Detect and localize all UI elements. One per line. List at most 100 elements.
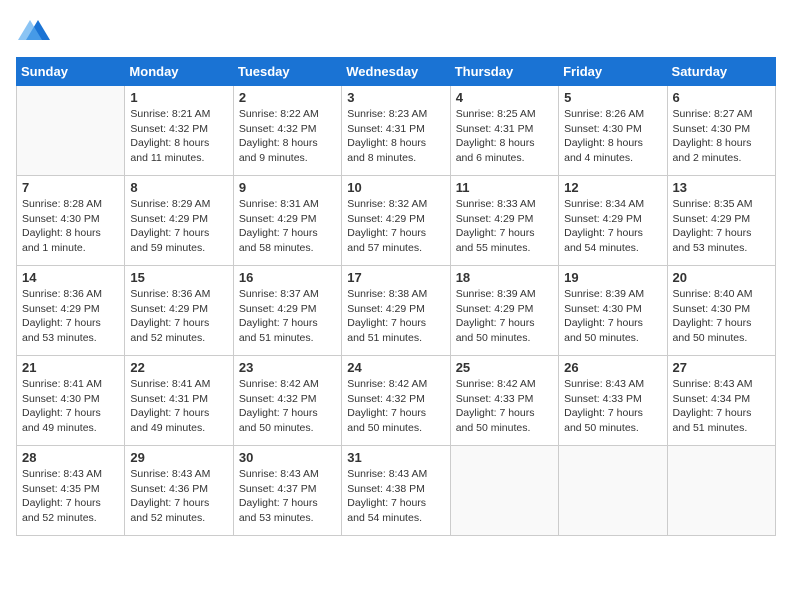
day-info: Sunrise: 8:41 AMSunset: 4:31 PMDaylight:… [130,377,227,436]
calendar-cell: 27Sunrise: 8:43 AMSunset: 4:34 PMDayligh… [667,356,775,446]
day-info: Sunrise: 8:23 AMSunset: 4:31 PMDaylight:… [347,107,444,166]
day-info: Sunrise: 8:37 AMSunset: 4:29 PMDaylight:… [239,287,336,346]
calendar-cell: 5 Sunrise: 8:26 AMSunset: 4:30 PMDaylight… [559,86,667,176]
day-number: 23 [239,360,336,375]
day-info: Sunrise: 8:35 AMSunset: 4:29 PMDaylight:… [673,197,770,256]
day-number: 17 [347,270,444,285]
calendar-body: 1 Sunrise: 8:21 AMSunset: 4:32 PMDaylight… [17,86,776,536]
day-info: Sunrise: 8:25 AMSunset: 4:31 PMDaylight:… [456,107,553,166]
weekday-header-saturday: Saturday [667,58,775,86]
day-info: Sunrise: 8:27 AMSunset: 4:30 PMDaylight:… [673,107,770,166]
day-number: 19 [564,270,661,285]
calendar-cell: 4Sunrise: 8:25 AMSunset: 4:31 PMDaylight… [450,86,558,176]
weekday-header-friday: Friday [559,58,667,86]
day-number: 11 [456,180,553,195]
calendar-cell: 18 Sunrise: 8:39 AMSunset: 4:29 PMDayligh… [450,266,558,356]
day-info: Sunrise: 8:42 AMSunset: 4:32 PMDaylight:… [239,377,336,436]
calendar-cell: 7Sunrise: 8:28 AMSunset: 4:30 PMDaylight… [17,176,125,266]
calendar-cell: 2 Sunrise: 8:22 AMSunset: 4:32 PMDaylight… [233,86,341,176]
day-info: Sunrise: 8:38 AMSunset: 4:29 PMDaylight:… [347,287,444,346]
weekday-header-wednesday: Wednesday [342,58,450,86]
day-info: Sunrise: 8:43 AMSunset: 4:35 PMDaylight:… [22,467,119,526]
calendar-cell: 11 Sunrise: 8:33 AMSunset: 4:29 PMDayligh… [450,176,558,266]
calendar-cell: 22 Sunrise: 8:41 AMSunset: 4:31 PMDayligh… [125,356,233,446]
day-number: 9 [239,180,336,195]
calendar-cell: 31 Sunrise: 8:43 AMSunset: 4:38 PMDayligh… [342,446,450,536]
day-info: Sunrise: 8:31 AMSunset: 4:29 PMDaylight:… [239,197,336,256]
calendar-cell: 1 Sunrise: 8:21 AMSunset: 4:32 PMDaylight… [125,86,233,176]
calendar-cell: 8 Sunrise: 8:29 AMSunset: 4:29 PMDaylight… [125,176,233,266]
day-info: Sunrise: 8:42 AMSunset: 4:32 PMDaylight:… [347,377,444,436]
day-info: Sunrise: 8:39 AMSunset: 4:30 PMDaylight:… [564,287,661,346]
day-info: Sunrise: 8:41 AMSunset: 4:30 PMDaylight:… [22,377,119,436]
day-info: Sunrise: 8:36 AMSunset: 4:29 PMDaylight:… [22,287,119,346]
calendar-header: SundayMondayTuesdayWednesdayThursdayFrid… [17,58,776,86]
calendar-cell: 20 Sunrise: 8:40 AMSunset: 4:30 PMDayligh… [667,266,775,356]
day-info: Sunrise: 8:39 AMSunset: 4:29 PMDaylight:… [456,287,553,346]
day-info: Sunrise: 8:40 AMSunset: 4:30 PMDaylight:… [673,287,770,346]
calendar-cell: 30 Sunrise: 8:43 AMSunset: 4:37 PMDayligh… [233,446,341,536]
calendar-cell: 19 Sunrise: 8:39 AMSunset: 4:30 PMDayligh… [559,266,667,356]
calendar-cell [667,446,775,536]
calendar-cell: 26 Sunrise: 8:43 AMSunset: 4:33 PMDayligh… [559,356,667,446]
day-number: 22 [130,360,227,375]
calendar-table: SundayMondayTuesdayWednesdayThursdayFrid… [16,57,776,536]
day-info: Sunrise: 8:22 AMSunset: 4:32 PMDaylight:… [239,107,336,166]
day-number: 3 [347,90,444,105]
weekday-header-row: SundayMondayTuesdayWednesdayThursdayFrid… [17,58,776,86]
calendar-week-row: 1 Sunrise: 8:21 AMSunset: 4:32 PMDaylight… [17,86,776,176]
calendar-cell: 12Sunrise: 8:34 AMSunset: 4:29 PMDayligh… [559,176,667,266]
day-number: 31 [347,450,444,465]
calendar-week-row: 28 Sunrise: 8:43 AMSunset: 4:35 PMDayligh… [17,446,776,536]
day-info: Sunrise: 8:43 AMSunset: 4:37 PMDaylight:… [239,467,336,526]
day-info: Sunrise: 8:28 AMSunset: 4:30 PMDaylight:… [22,197,119,256]
day-number: 24 [347,360,444,375]
day-number: 2 [239,90,336,105]
day-info: Sunrise: 8:32 AMSunset: 4:29 PMDaylight:… [347,197,444,256]
day-number: 16 [239,270,336,285]
calendar-cell: 9 Sunrise: 8:31 AMSunset: 4:29 PMDaylight… [233,176,341,266]
day-info: Sunrise: 8:43 AMSunset: 4:38 PMDaylight:… [347,467,444,526]
day-number: 20 [673,270,770,285]
day-number: 1 [130,90,227,105]
day-info: Sunrise: 8:43 AMSunset: 4:33 PMDaylight:… [564,377,661,436]
weekday-header-monday: Monday [125,58,233,86]
calendar-cell [559,446,667,536]
day-number: 12 [564,180,661,195]
day-number: 26 [564,360,661,375]
calendar-week-row: 21 Sunrise: 8:41 AMSunset: 4:30 PMDayligh… [17,356,776,446]
day-number: 21 [22,360,119,375]
weekday-header-thursday: Thursday [450,58,558,86]
day-number: 30 [239,450,336,465]
day-number: 15 [130,270,227,285]
calendar-cell: 21 Sunrise: 8:41 AMSunset: 4:30 PMDayligh… [17,356,125,446]
calendar-cell: 10Sunrise: 8:32 AMSunset: 4:29 PMDayligh… [342,176,450,266]
calendar-cell: 23 Sunrise: 8:42 AMSunset: 4:32 PMDayligh… [233,356,341,446]
calendar-week-row: 7Sunrise: 8:28 AMSunset: 4:30 PMDaylight… [17,176,776,266]
calendar-cell: 3 Sunrise: 8:23 AMSunset: 4:31 PMDaylight… [342,86,450,176]
weekday-header-sunday: Sunday [17,58,125,86]
weekday-header-tuesday: Tuesday [233,58,341,86]
logo [16,16,50,49]
calendar-week-row: 14 Sunrise: 8:36 AMSunset: 4:29 PMDayligh… [17,266,776,356]
day-number: 29 [130,450,227,465]
calendar-cell: 25Sunrise: 8:42 AMSunset: 4:33 PMDayligh… [450,356,558,446]
day-info: Sunrise: 8:29 AMSunset: 4:29 PMDaylight:… [130,197,227,256]
day-number: 18 [456,270,553,285]
calendar-cell: 29 Sunrise: 8:43 AMSunset: 4:36 PMDayligh… [125,446,233,536]
day-info: Sunrise: 8:33 AMSunset: 4:29 PMDaylight:… [456,197,553,256]
day-number: 5 [564,90,661,105]
day-info: Sunrise: 8:36 AMSunset: 4:29 PMDaylight:… [130,287,227,346]
day-number: 8 [130,180,227,195]
calendar-cell: 6Sunrise: 8:27 AMSunset: 4:30 PMDaylight… [667,86,775,176]
day-number: 25 [456,360,553,375]
day-info: Sunrise: 8:43 AMSunset: 4:36 PMDaylight:… [130,467,227,526]
calendar-cell: 17 Sunrise: 8:38 AMSunset: 4:29 PMDayligh… [342,266,450,356]
day-number: 28 [22,450,119,465]
calendar-cell: 16 Sunrise: 8:37 AMSunset: 4:29 PMDayligh… [233,266,341,356]
calendar-cell: 14 Sunrise: 8:36 AMSunset: 4:29 PMDayligh… [17,266,125,356]
calendar-cell [17,86,125,176]
day-info: Sunrise: 8:26 AMSunset: 4:30 PMDaylight:… [564,107,661,166]
day-number: 14 [22,270,119,285]
day-info: Sunrise: 8:21 AMSunset: 4:32 PMDaylight:… [130,107,227,166]
